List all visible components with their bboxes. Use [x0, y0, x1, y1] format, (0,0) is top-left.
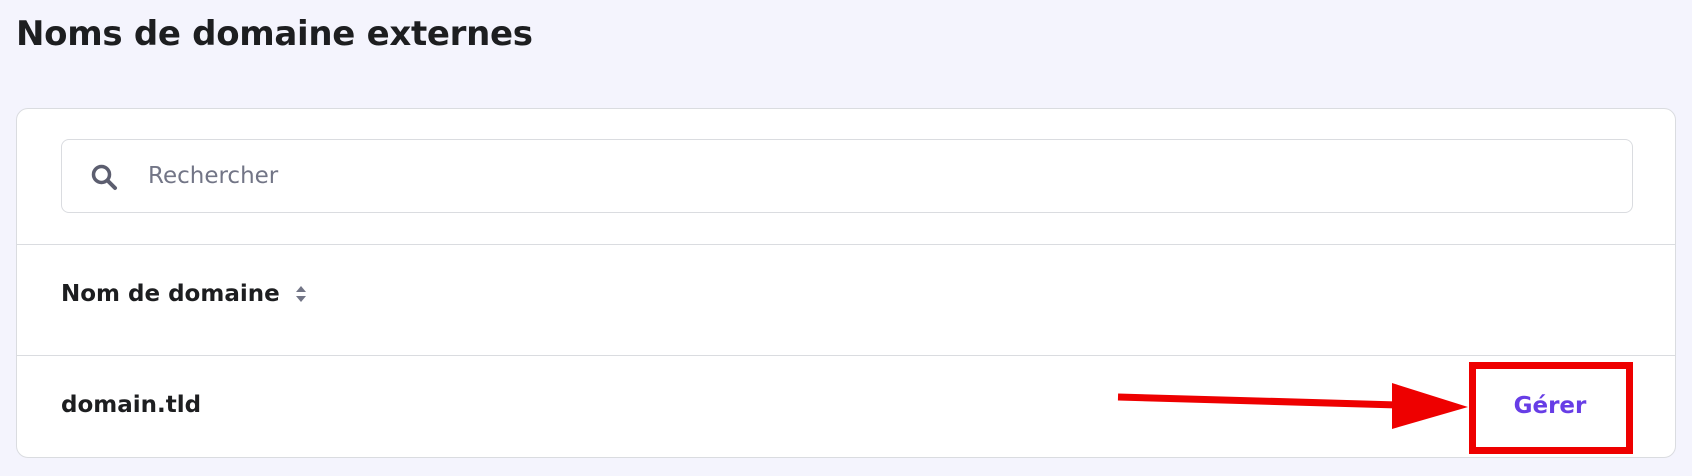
column-header-label: Nom de domaine — [61, 281, 280, 307]
search-input[interactable] — [148, 140, 1608, 212]
sort-icon[interactable] — [294, 284, 308, 304]
table-row: domain.tld Gérer — [17, 356, 1675, 457]
domain-name-cell: domain.tld — [61, 392, 202, 418]
column-header-domain-name[interactable]: Nom de domaine — [61, 281, 308, 307]
domains-card: Nom de domaine domain.tld Gérer — [16, 108, 1676, 458]
divider — [17, 244, 1675, 245]
search-icon — [91, 164, 117, 190]
page-title: Noms de domaine externes — [16, 14, 533, 54]
manage-button[interactable]: Gérer — [1473, 374, 1627, 438]
search-box[interactable] — [61, 139, 1633, 213]
